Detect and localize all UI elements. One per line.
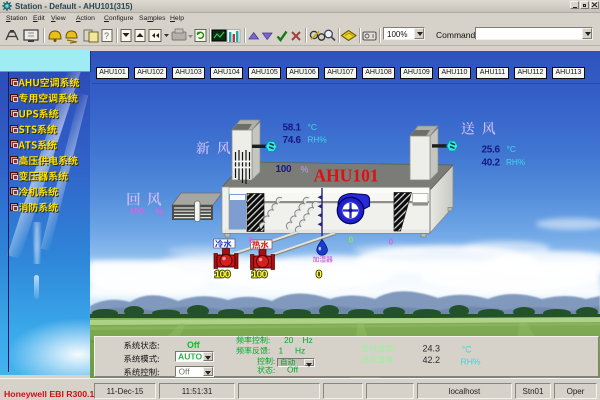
svg-text:?: ? [104,31,109,41]
